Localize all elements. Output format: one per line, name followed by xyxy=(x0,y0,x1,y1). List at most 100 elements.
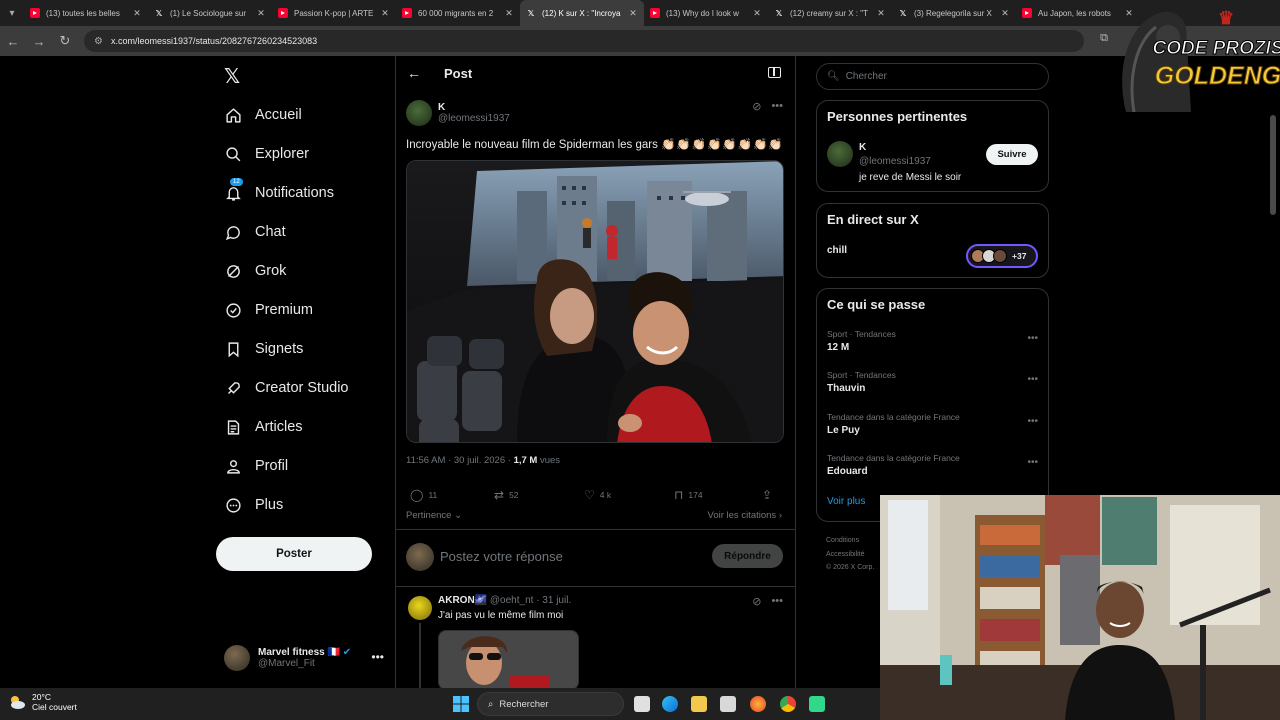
address-bar[interactable]: ⚙ x.com/leomessi1937/status/208276726023… xyxy=(84,30,1084,52)
reply-button[interactable]: ◯ 11 xyxy=(410,488,437,502)
browser-tab[interactable]: 60 000 migrants en 2 ✕ xyxy=(396,0,520,26)
app-icon[interactable] xyxy=(809,696,825,712)
reply-item[interactable]: AKRON🌌 @oeht_nt · 31 juil. ⊘ ••• J'ai pas… xyxy=(396,587,795,688)
post-text: Incroyable le nouveau film de Spiderman … xyxy=(406,137,784,151)
close-icon[interactable]: ✕ xyxy=(132,8,142,19)
post-author[interactable]: K @leomessi1937 xyxy=(406,100,510,126)
close-icon[interactable]: ✕ xyxy=(876,8,886,19)
search-input[interactable]: Chercher xyxy=(846,71,887,82)
nav-item-grok[interactable]: Grok xyxy=(224,257,286,285)
more-dots-icon[interactable]: ••• xyxy=(1027,457,1038,468)
post-button[interactable]: Poster xyxy=(216,537,372,571)
tab-search-menu-icon[interactable]: ▾ xyxy=(0,0,24,26)
like-button[interactable]: ♡ 4 k xyxy=(584,488,611,502)
sort-dropdown[interactable]: Pertinence ⌄ xyxy=(406,510,462,521)
more-dots-icon[interactable]: ••• xyxy=(1027,333,1038,344)
nav-label: Signets xyxy=(255,341,304,357)
share-button[interactable]: ⇪ xyxy=(762,488,777,502)
nav-item-home[interactable]: Accueil xyxy=(224,101,302,129)
nav-item-chat[interactable]: Chat xyxy=(224,218,286,246)
live-participants[interactable]: +37 xyxy=(966,244,1038,268)
like-count: 4 k xyxy=(599,490,612,500)
nav-item-bookmarks[interactable]: Signets xyxy=(224,335,303,363)
person-name[interactable]: K xyxy=(859,142,866,153)
follow-button[interactable]: Suivre xyxy=(986,144,1038,165)
nav-label: Grok xyxy=(255,263,287,279)
x-logo-icon[interactable]: 𝕏 xyxy=(224,64,240,89)
browser-tab[interactable]: (13) toutes les belles ✕ xyxy=(24,0,148,26)
more-dots-icon[interactable]: ••• xyxy=(1027,374,1038,385)
search-box[interactable]: 🔍︎ Chercher xyxy=(816,63,1049,90)
reply-author-name[interactable]: AKRON🌌 xyxy=(438,595,487,606)
reload-icon[interactable]: ↻ xyxy=(52,28,78,54)
trend-item[interactable]: Tendance dans la catégorie France Edouar… xyxy=(827,453,1040,477)
quotes-link[interactable]: Voir les citations › xyxy=(708,510,782,521)
page-scrollbar[interactable] xyxy=(1270,115,1276,215)
repost-button[interactable]: ⇄ 52 xyxy=(494,488,519,502)
windows-start-icon[interactable] xyxy=(453,696,469,712)
browser-tab[interactable]: (13) Why do I look w ✕ xyxy=(644,0,768,26)
trend-item[interactable]: Sport · Tendances 12 M ••• xyxy=(827,329,1040,353)
flag-icon: 🇫🇷 xyxy=(327,647,340,658)
store-icon[interactable] xyxy=(720,696,736,712)
footer-link[interactable]: Conditions xyxy=(826,534,874,548)
live-card: En direct sur X chill +37 xyxy=(816,203,1049,278)
back-arrow-icon[interactable]: ← xyxy=(0,28,26,54)
browser-tab[interactable]: Passion K-pop | ARTE ✕ xyxy=(272,0,396,26)
site-settings-icon[interactable]: ⚙ xyxy=(94,36,103,47)
chrome-icon[interactable] xyxy=(780,696,796,712)
trend-item[interactable]: Sport · Tendances Thauvin ••• xyxy=(827,370,1040,394)
bookmark-button[interactable]: ⊓ 174 xyxy=(674,488,703,502)
more-dots-icon[interactable]: ••• xyxy=(371,650,384,664)
file-explorer-icon[interactable] xyxy=(691,696,707,712)
taskbar-search[interactable]: ⌕ Rechercher xyxy=(477,692,624,716)
avatar[interactable] xyxy=(827,141,853,167)
nav-item-more[interactable]: Plus xyxy=(224,491,283,519)
grok-icon[interactable]: ⊘ xyxy=(752,100,761,113)
close-icon[interactable]: ✕ xyxy=(256,8,266,19)
reader-mode-icon[interactable] xyxy=(768,67,781,78)
live-space-title[interactable]: chill xyxy=(827,245,847,256)
reply-text: J'ai pas vu le même film moi xyxy=(438,610,564,621)
nav-item-profile[interactable]: Profil xyxy=(224,452,288,480)
edge-browser-icon[interactable] xyxy=(662,696,678,712)
account-handle: @Marvel_Fit xyxy=(258,658,315,669)
browser-tab[interactable]: 𝕏 (12) creamy sur X : "T ✕ xyxy=(768,0,892,26)
close-icon[interactable]: ✕ xyxy=(752,8,762,19)
home-icon xyxy=(224,106,242,124)
more-icon xyxy=(224,496,242,514)
trend-item[interactable]: Tendance dans la catégorie France Le Puy… xyxy=(827,412,1040,436)
more-dots-icon[interactable]: ••• xyxy=(1027,416,1038,427)
nav-item-premium[interactable]: Premium xyxy=(224,296,313,324)
more-dots-icon[interactable]: ••• xyxy=(771,100,783,113)
back-arrow-icon[interactable]: ← xyxy=(407,65,421,81)
sort-label: Pertinence xyxy=(406,510,452,521)
browser-tab[interactable]: 𝕏 (1) Le Sociologue sur ✕ xyxy=(148,0,272,26)
nav-item-notifications[interactable]: 12 Notifications xyxy=(224,178,334,207)
reply-media[interactable] xyxy=(438,630,579,688)
more-dots-icon[interactable]: ••• xyxy=(771,595,783,608)
reply-submit-button[interactable]: Répondre xyxy=(712,544,783,568)
see-more-link[interactable]: Voir plus xyxy=(827,496,865,507)
post-image[interactable] xyxy=(406,160,784,443)
nav-item-creator-studio[interactable]: Creator Studio xyxy=(224,374,349,402)
weather-widget[interactable]: 20°C Ciel couvert xyxy=(8,692,77,712)
firefox-icon[interactable] xyxy=(750,696,766,712)
footer-link[interactable]: Accessibilité xyxy=(826,548,874,562)
forward-arrow-icon[interactable]: → xyxy=(26,28,52,54)
close-icon[interactable]: ✕ xyxy=(504,8,514,19)
browser-tab-active[interactable]: 𝕏 (12) K sur X : "Incroya ✕ xyxy=(520,0,644,26)
nav-item-explore[interactable]: Explorer xyxy=(224,140,309,168)
grok-icon[interactable]: ⊘ xyxy=(752,595,761,608)
account-switcher[interactable]: Marvel fitness 🇫🇷 ✔ @Marvel_Fit ••• xyxy=(224,642,384,674)
close-icon[interactable]: ✕ xyxy=(380,8,390,19)
close-icon[interactable]: ✕ xyxy=(628,8,638,19)
task-view-icon[interactable] xyxy=(634,696,650,712)
reply-input[interactable]: Postez votre réponse xyxy=(440,549,563,564)
browser-tab[interactable]: 𝕏 (3) Regelegorila sur X ✕ xyxy=(892,0,1016,26)
clap-emojis: 👏🏻👏🏻👏🏻👏🏻👏🏻👏🏻👏🏻👏🏻 xyxy=(661,139,784,151)
avatar[interactable] xyxy=(408,596,432,620)
nav-item-articles[interactable]: Articles xyxy=(224,413,303,441)
close-icon[interactable]: ✕ xyxy=(1000,8,1010,19)
post-timestamp[interactable]: 11:56 AM · 30 juil. 2026 · xyxy=(406,455,514,466)
